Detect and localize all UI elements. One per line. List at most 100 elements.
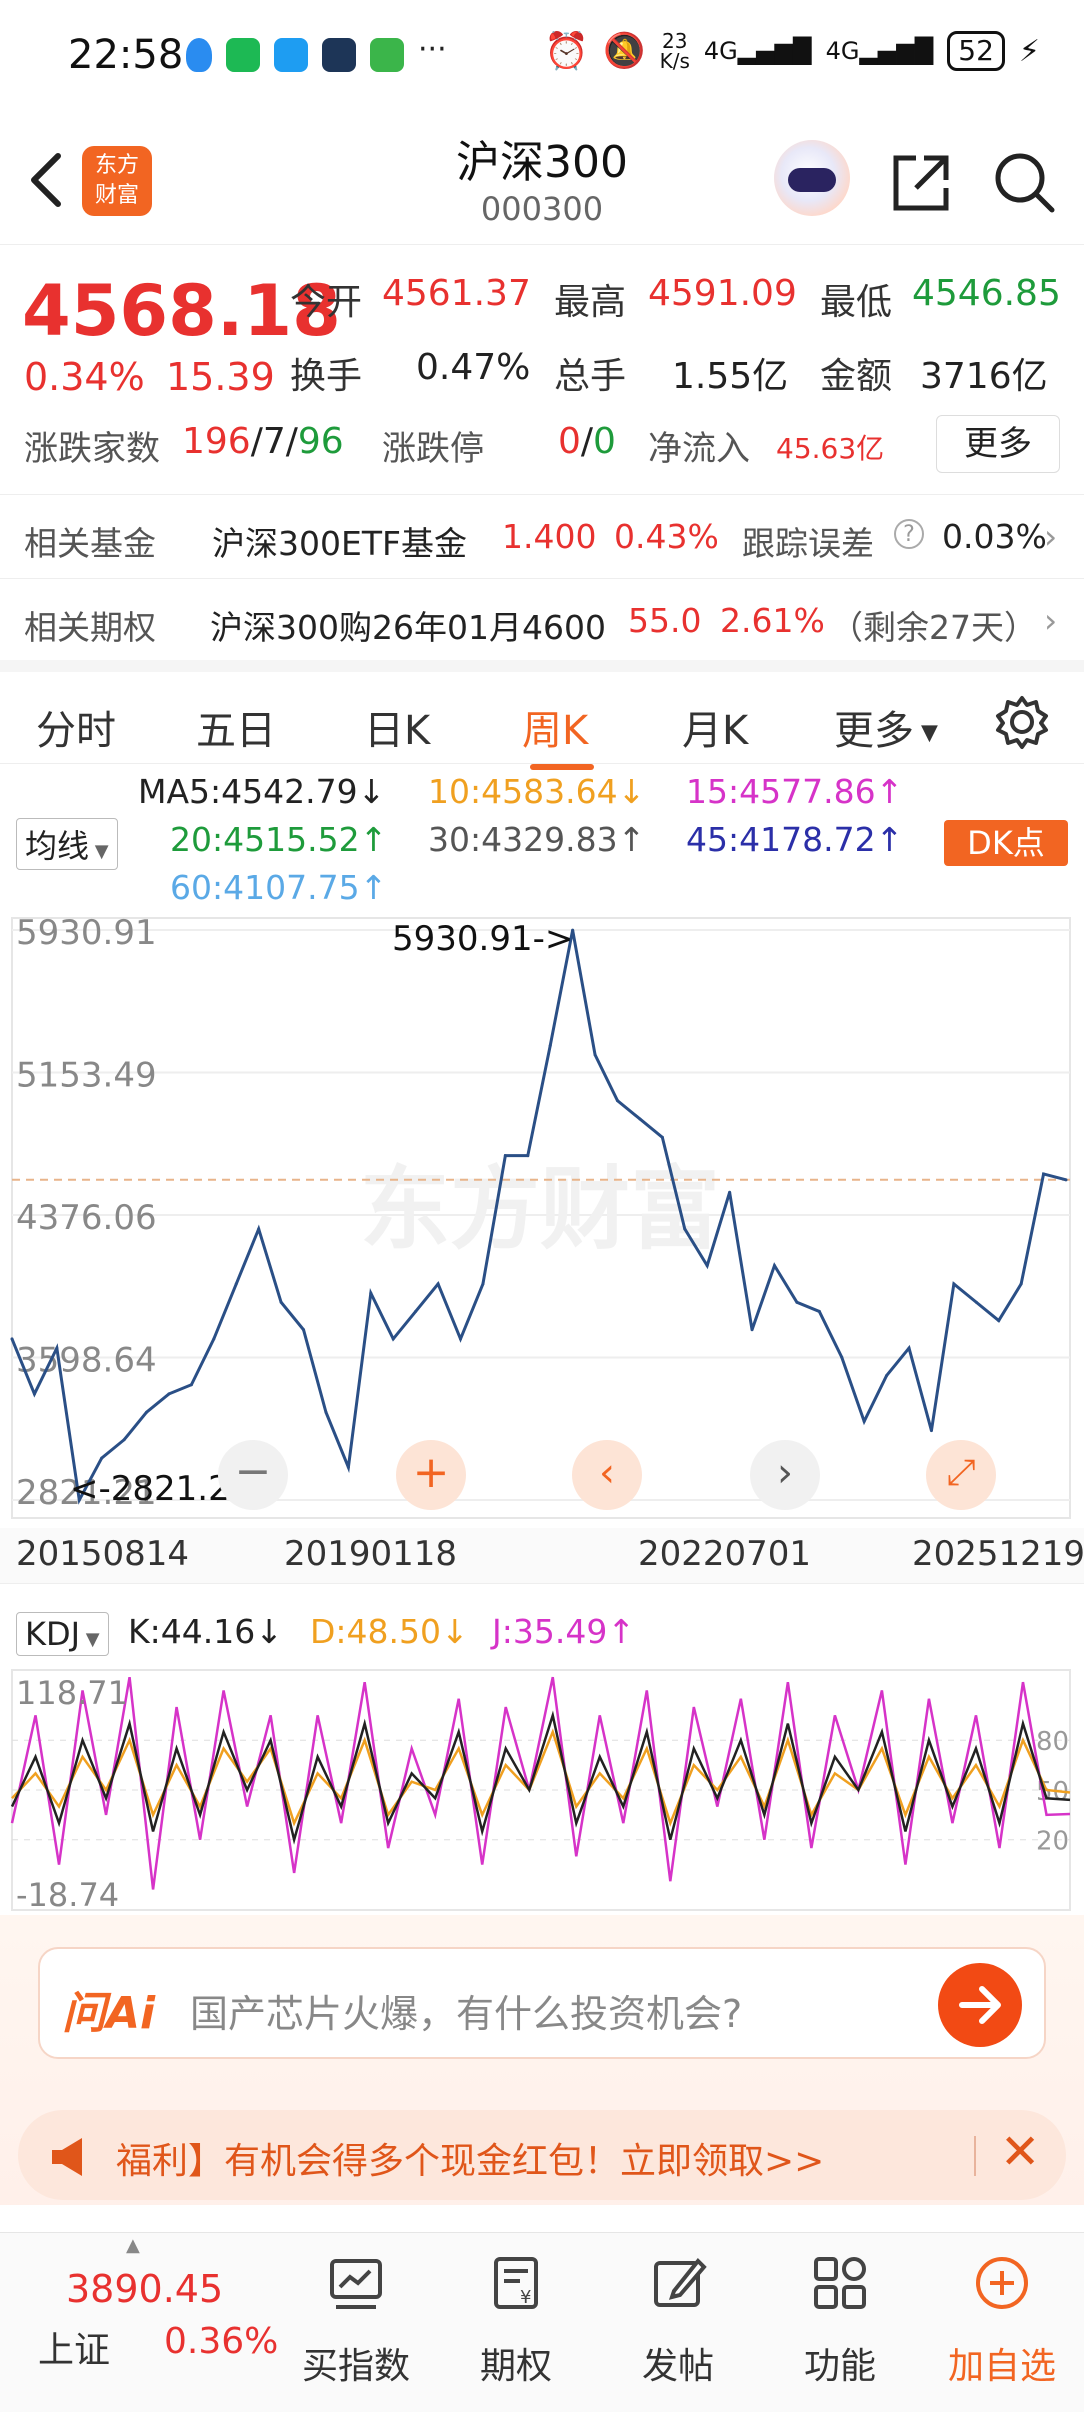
ma20-value: 20:4515.52↑ [170,820,388,859]
price-point [929,1429,933,1433]
plus-circle-icon [976,2257,1028,2309]
price-chart[interactable]: 东方财富 5930.915153.494376.063598.642821.21… [0,910,1084,1530]
wechat-icon [226,38,260,72]
price-point [212,1337,216,1341]
related-option-row[interactable]: 相关期权 沪深300购26年01月4600 55.0 2.61% （剩余27天）… [0,578,1084,662]
price-point [772,1264,776,1268]
caret-down-icon: ▼ [914,720,938,746]
shield-icon [186,38,212,72]
price-point [638,1117,642,1121]
price-point [660,1135,664,1139]
price-point [683,1227,687,1231]
ma5-value: MA5:4542.79↓ [138,772,386,811]
tab-daily-k[interactable]: 日K [364,698,430,756]
nav-functions[interactable]: 功能 [770,2233,910,2403]
share-icon[interactable] [886,148,956,218]
tracking-error-label: 跟踪误差 [742,524,874,563]
zoom-out-button[interactable]: − [218,1440,288,1510]
more-button[interactable]: 更多 [936,415,1060,473]
index-pct: 0.36% [164,2321,279,2362]
period-tabs: 分时 五日 日K 周K 月K 更多 ▼ [0,660,1084,770]
dk-point-button[interactable]: DK点 [944,820,1068,866]
related-option-name: 沪深300购26年01月4600 [210,608,606,647]
kdj-right-tick: 20 [1036,1827,1069,1857]
related-fund-name: 沪深300ETF基金 [212,524,467,563]
amount-value: 3716亿 [920,356,1048,397]
kdj-series-j [10,1676,1071,1890]
price-point [32,1392,36,1396]
megaphone-icon [52,2138,82,2176]
battery-icon: 52 [947,31,1005,71]
netflow-value: 45.63亿 [776,432,885,465]
open-value: 4561.37 [382,273,531,314]
search-icon[interactable] [990,148,1060,218]
price-point [459,1337,463,1341]
close-icon[interactable]: ✕ [1000,2124,1040,2180]
prev-button[interactable]: ‹ [572,1440,642,1510]
ma10-value: 10:4583.64↓ [428,772,646,811]
price-point [952,1282,956,1286]
chevron-right-icon: › [1044,517,1058,556]
nav-post[interactable]: 发帖 [608,2233,748,2403]
high-value: 4591.09 [648,273,797,314]
charging-icon: ⚡ [1018,33,1040,69]
price-point [1042,1172,1046,1176]
expand-button[interactable]: ⤢ [926,1440,996,1510]
x-tick: 20150814 [16,1534,190,1574]
ai-assistant-icon[interactable] [774,140,850,216]
related-fund-row[interactable]: 相关基金 沪深300ETF基金 1.400 0.43% 跟踪误差 ? 0.03%… [0,494,1084,578]
change-amount: 15.39 [166,355,275,399]
price-point [548,1044,552,1048]
related-option-remain: （剩余27天） [830,608,1037,647]
kdj-chart[interactable]: 805020 118.71-18.74 [0,1664,1084,1916]
status-bar: 22:58 ··· ⏰ 🔕 23 K/s 4G▂▄▆█ 4G▂▄▆█ 52 ⚡ [0,0,1084,110]
kdj-y-tick: 118.71 [16,1674,128,1712]
nav-options[interactable]: ¥ 期权 [446,2233,586,2403]
zoom-in-button[interactable]: + [396,1440,466,1510]
low-label: 最低 [820,282,893,323]
tab-intraday[interactable]: 分时 [36,698,116,756]
related-fund-label: 相关基金 [24,524,156,563]
x-tick: 20251219 [912,1534,1084,1574]
price-point [862,1419,866,1423]
ask-ai-box[interactable]: 问Ai 国产芯片火爆，有什么投资机会? [38,1947,1046,2059]
y-tick-label: 5930.91 [16,913,157,953]
grid-icon [814,2257,866,2309]
price-point [391,1337,395,1341]
nav-add-watchlist[interactable]: 加自选 [932,2233,1072,2403]
price-point [728,1190,732,1194]
indicator-selector[interactable]: KDJ ▼ [16,1612,109,1656]
volume-value: 1.55亿 [672,356,789,397]
price-point [100,1456,104,1460]
tab-weekly-k[interactable]: 周K [522,698,588,756]
ma-selector[interactable]: 均线 ▼ [16,818,118,870]
help-icon[interactable]: ? [894,519,924,549]
index-ticker[interactable]: ▲ 3890.45 上证 0.36% [0,2233,290,2403]
nav-buy-index[interactable]: 买指数 [286,2233,426,2403]
divider [974,2136,976,2176]
tab-five-day[interactable]: 五日 [196,698,276,756]
price-point [369,1291,373,1295]
promo-banner[interactable]: 福利】有机会得多个现金红包！立即领取>> ✕ [18,2110,1066,2200]
tab-more[interactable]: 更多 ▼ [834,698,938,756]
kdj-right-tick: 80 [1036,1727,1069,1757]
chart-watermark: 东方财富 [360,1157,720,1262]
sim-icon [370,38,404,72]
price-point [55,1346,59,1350]
tab-monthly-k[interactable]: 月K [682,698,748,756]
kdj-y-tick: -18.74 [16,1876,119,1914]
gear-icon[interactable] [992,692,1052,752]
arrow-right-icon[interactable] [938,1963,1022,2047]
tracking-error-value: 0.03% [942,517,1047,556]
updown-label: 涨跌家数 [24,429,160,469]
svg-text:¥: ¥ [520,2287,531,2308]
chart-line-icon [330,2259,382,2309]
price-point [795,1300,799,1304]
ask-ai-placeholder[interactable]: 国产芯片火爆，有什么投资机会? [190,1983,742,2038]
net-speed: 23 K/s [659,29,690,73]
next-button[interactable]: › [750,1440,820,1510]
quote-panel: 4568.18 0.34% 15.39 今开 4561.37 最高 4591.0… [0,255,1084,495]
ma45-value: 45:4178.72↑ [686,820,904,859]
price-point [302,1328,306,1332]
ask-ai-brand: 问Ai [62,1988,156,2039]
